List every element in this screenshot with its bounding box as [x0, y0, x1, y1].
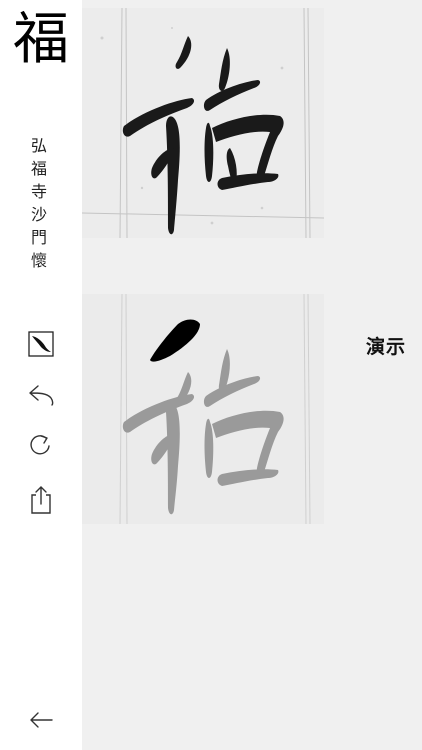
- main-area: 演示: [82, 0, 422, 750]
- share-icon: [31, 486, 51, 514]
- demo-button[interactable]: 演示: [366, 332, 416, 359]
- brush-tool-button[interactable]: [24, 327, 58, 361]
- sidebar: 福 弘福寺沙門懷: [0, 0, 82, 750]
- back-arrow-icon: [30, 712, 53, 728]
- redo-button[interactable]: [24, 429, 58, 463]
- brush-icon: [28, 331, 54, 357]
- practice-canvas[interactable]: [82, 294, 324, 524]
- reference-calligraphy-image: [82, 8, 324, 238]
- redo-icon: [30, 435, 50, 455]
- character-title: 福: [13, 7, 69, 72]
- share-button[interactable]: [24, 483, 58, 517]
- undo-button[interactable]: [24, 378, 58, 412]
- author-label-text: 弘福寺沙門懷: [30, 136, 47, 270]
- author-vertical-label: 弘福寺沙門懷: [30, 134, 50, 272]
- undo-icon: [29, 385, 54, 406]
- back-button[interactable]: [24, 703, 58, 737]
